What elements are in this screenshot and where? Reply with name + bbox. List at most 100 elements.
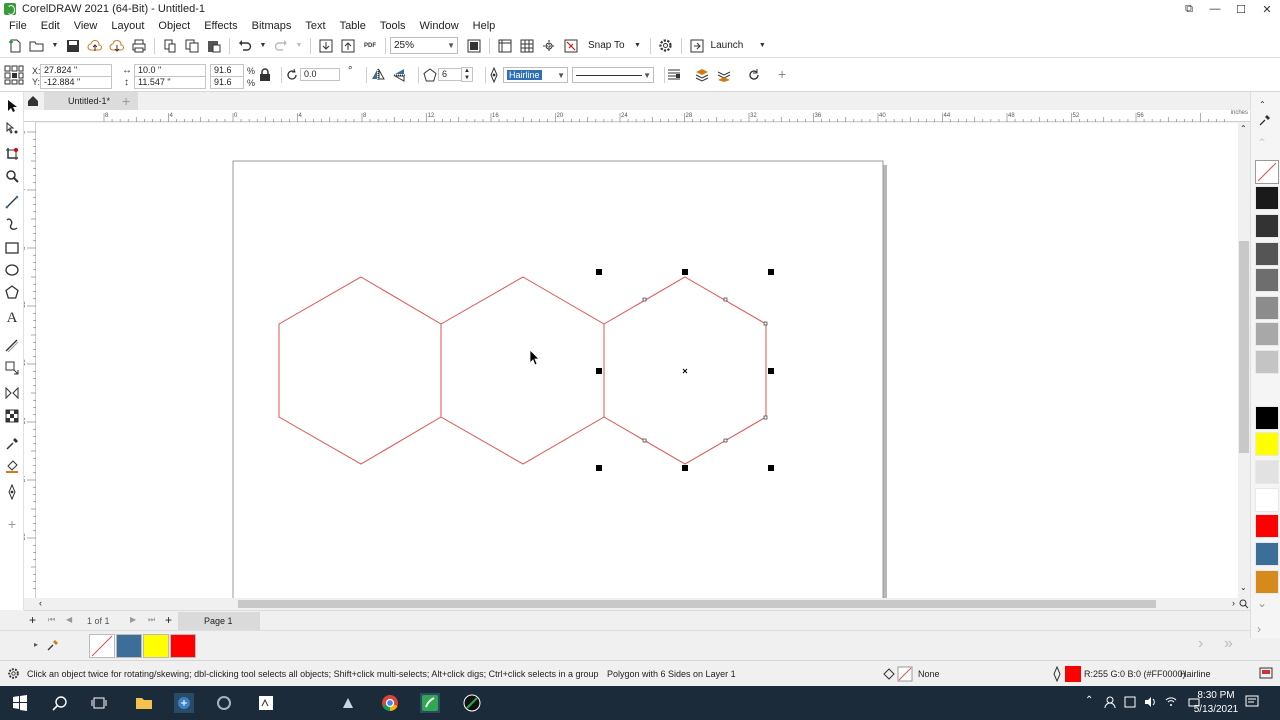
to-front-icon[interactable] — [695, 68, 709, 85]
cloud-download-icon[interactable] — [109, 38, 125, 54]
maximize-button[interactable]: ☐ — [1228, 0, 1254, 18]
redo-icon[interactable] — [273, 38, 289, 54]
menu-file[interactable]: File — [9, 20, 27, 32]
menu-tools[interactable]: Tools — [380, 20, 406, 32]
rotation-angle-field[interactable]: 0.0 — [300, 68, 340, 81]
file-explorer-icon[interactable] — [134, 693, 154, 713]
smart-fill-tool-icon[interactable] — [4, 484, 20, 500]
network-icon[interactable] — [1165, 696, 1177, 711]
inkscape-taskbar-icon[interactable] — [462, 693, 482, 713]
horizontal-scrollbar[interactable]: ‹ › — [36, 598, 1238, 610]
paste-icon[interactable] — [206, 38, 222, 54]
ellipse-tool-icon[interactable] — [4, 262, 20, 278]
menu-object[interactable]: Object — [158, 20, 190, 32]
taskbar-app-icon[interactable] — [338, 693, 358, 713]
previous-page-icon[interactable]: ◀ — [66, 615, 72, 624]
snap-off-icon[interactable] — [563, 38, 579, 54]
freehand-tool-icon[interactable] — [4, 194, 20, 210]
menu-window[interactable]: Window — [420, 20, 459, 32]
pick-tool-icon[interactable] — [4, 98, 20, 114]
cut-icon[interactable] — [162, 38, 178, 54]
drawing-page[interactable] — [232, 160, 884, 598]
undo-icon[interactable] — [237, 38, 253, 54]
minimize-button[interactable]: — — [1202, 0, 1228, 18]
swatch-blue[interactable] — [1255, 542, 1279, 566]
swatch-orange[interactable] — [1255, 570, 1279, 594]
color-proof-icon[interactable] — [1259, 666, 1273, 682]
palette-expand-left-icon[interactable]: ▸ — [34, 640, 38, 649]
swatch-white[interactable] — [1255, 488, 1279, 512]
new-document-tab-icon[interactable]: + — [122, 92, 130, 110]
launch-dropdown-icon[interactable]: ▼ — [757, 38, 767, 54]
open-folder-icon[interactable] — [29, 38, 45, 54]
last-page-icon[interactable]: ⏭ — [148, 615, 155, 625]
vertical-scroll-thumb[interactable] — [1239, 241, 1249, 453]
scroll-up-icon[interactable]: ⌃ — [1240, 124, 1247, 133]
document-palette-eyedropper-icon[interactable] — [47, 639, 59, 654]
blend-tool-icon[interactable] — [4, 386, 20, 402]
swatch-red[interactable] — [1255, 514, 1279, 538]
polygon-tool-icon[interactable] — [4, 284, 20, 300]
restore-down-icon[interactable]: ⧉ — [1176, 0, 1202, 18]
snap-to-dropdown-icon[interactable]: ▼ — [633, 38, 643, 54]
new-document-icon[interactable] — [7, 38, 23, 54]
outline-width-combo[interactable]: Hairline ▼ — [503, 67, 568, 83]
close-button[interactable]: ✕ — [1254, 0, 1280, 18]
swatch-black[interactable] — [1255, 406, 1279, 430]
to-back-icon[interactable] — [717, 68, 731, 85]
windows-start-icon[interactable] — [10, 693, 30, 713]
doc-swatch-blue[interactable] — [116, 634, 142, 658]
menu-help[interactable]: Help — [473, 20, 496, 32]
tray-expand-icon[interactable]: ⌃ — [1085, 695, 1093, 706]
menu-effects[interactable]: Effects — [204, 20, 237, 32]
line-style-combo[interactable]: ▼ — [572, 67, 654, 83]
rectangle-tool-icon[interactable] — [4, 240, 20, 256]
copy-icon[interactable] — [184, 38, 200, 54]
scroll-down-icon[interactable]: ⌄ — [1240, 583, 1247, 592]
doc-palette-scroll-end-icon[interactable]: » — [1224, 635, 1233, 653]
cloud-upload-icon[interactable] — [87, 38, 103, 54]
import-icon[interactable] — [318, 38, 334, 54]
taskbar-app-icon[interactable] — [256, 693, 276, 713]
tray-people-icon[interactable] — [1104, 696, 1116, 711]
doc-swatch-red[interactable] — [170, 634, 196, 658]
swatch-yellow[interactable] — [1255, 432, 1279, 456]
sides-spinner[interactable]: ▲ ▼ — [461, 67, 473, 82]
notifications-icon[interactable] — [1245, 695, 1259, 712]
swatch-gray-30[interactable] — [1255, 350, 1279, 374]
task-view-icon[interactable] — [89, 693, 109, 713]
launch-label[interactable]: Launch — [711, 40, 744, 51]
full-screen-preview-icon[interactable] — [466, 38, 482, 54]
add-tool-icon[interactable]: + — [4, 516, 20, 532]
menu-table[interactable]: Table — [340, 20, 366, 32]
menu-edit[interactable]: Edit — [41, 20, 60, 32]
show-rulers-icon[interactable] — [497, 38, 513, 54]
swatch-no-color[interactable] — [1255, 160, 1279, 184]
palette-scroll-down-icon[interactable]: ⌄ — [1257, 596, 1267, 610]
volume-icon[interactable] — [1144, 696, 1156, 711]
doc-palette-scroll-right-icon[interactable]: › — [1198, 635, 1203, 653]
launch-app-icon[interactable] — [689, 38, 705, 54]
show-guidelines-icon[interactable] — [541, 38, 557, 54]
doc-swatch-none[interactable] — [89, 634, 115, 658]
convert-icon[interactable] — [747, 68, 761, 85]
fill-indicator-icon[interactable] — [882, 666, 914, 684]
palette-scroll-up-icon[interactable]: ⌃ — [1257, 136, 1267, 150]
scale-y-field[interactable]: 91.6 — [210, 76, 244, 89]
search-icon[interactable] — [50, 693, 70, 713]
vertical-ruler[interactable]: 0 4 8 12 16 20 24 28 — [21, 122, 36, 598]
zoom-level-combo[interactable]: 25% ▼ — [390, 37, 458, 54]
taskbar-app-icon[interactable] — [214, 693, 234, 713]
horizontal-ruler[interactable]: 8 4 0 4 8 12 16 20 24 28 32 36 40 44 48 52 56 inches — [38, 110, 1250, 122]
tray-app-icon[interactable] — [1124, 696, 1136, 711]
publish-pdf-icon[interactable]: PDF — [362, 38, 378, 54]
ruler-origin[interactable] — [24, 110, 38, 122]
swatch-gray-40[interactable] — [1255, 322, 1279, 346]
save-icon[interactable] — [65, 38, 81, 54]
text-wrap-icon[interactable] — [667, 68, 681, 85]
swatch-gray-60[interactable] — [1255, 268, 1279, 292]
swatch-gray-50[interactable] — [1255, 296, 1279, 320]
swatch-gray-10[interactable] — [1255, 460, 1279, 484]
add-page-after-icon[interactable]: + — [165, 613, 172, 627]
outline-indicator-icon[interactable] — [1052, 665, 1082, 684]
